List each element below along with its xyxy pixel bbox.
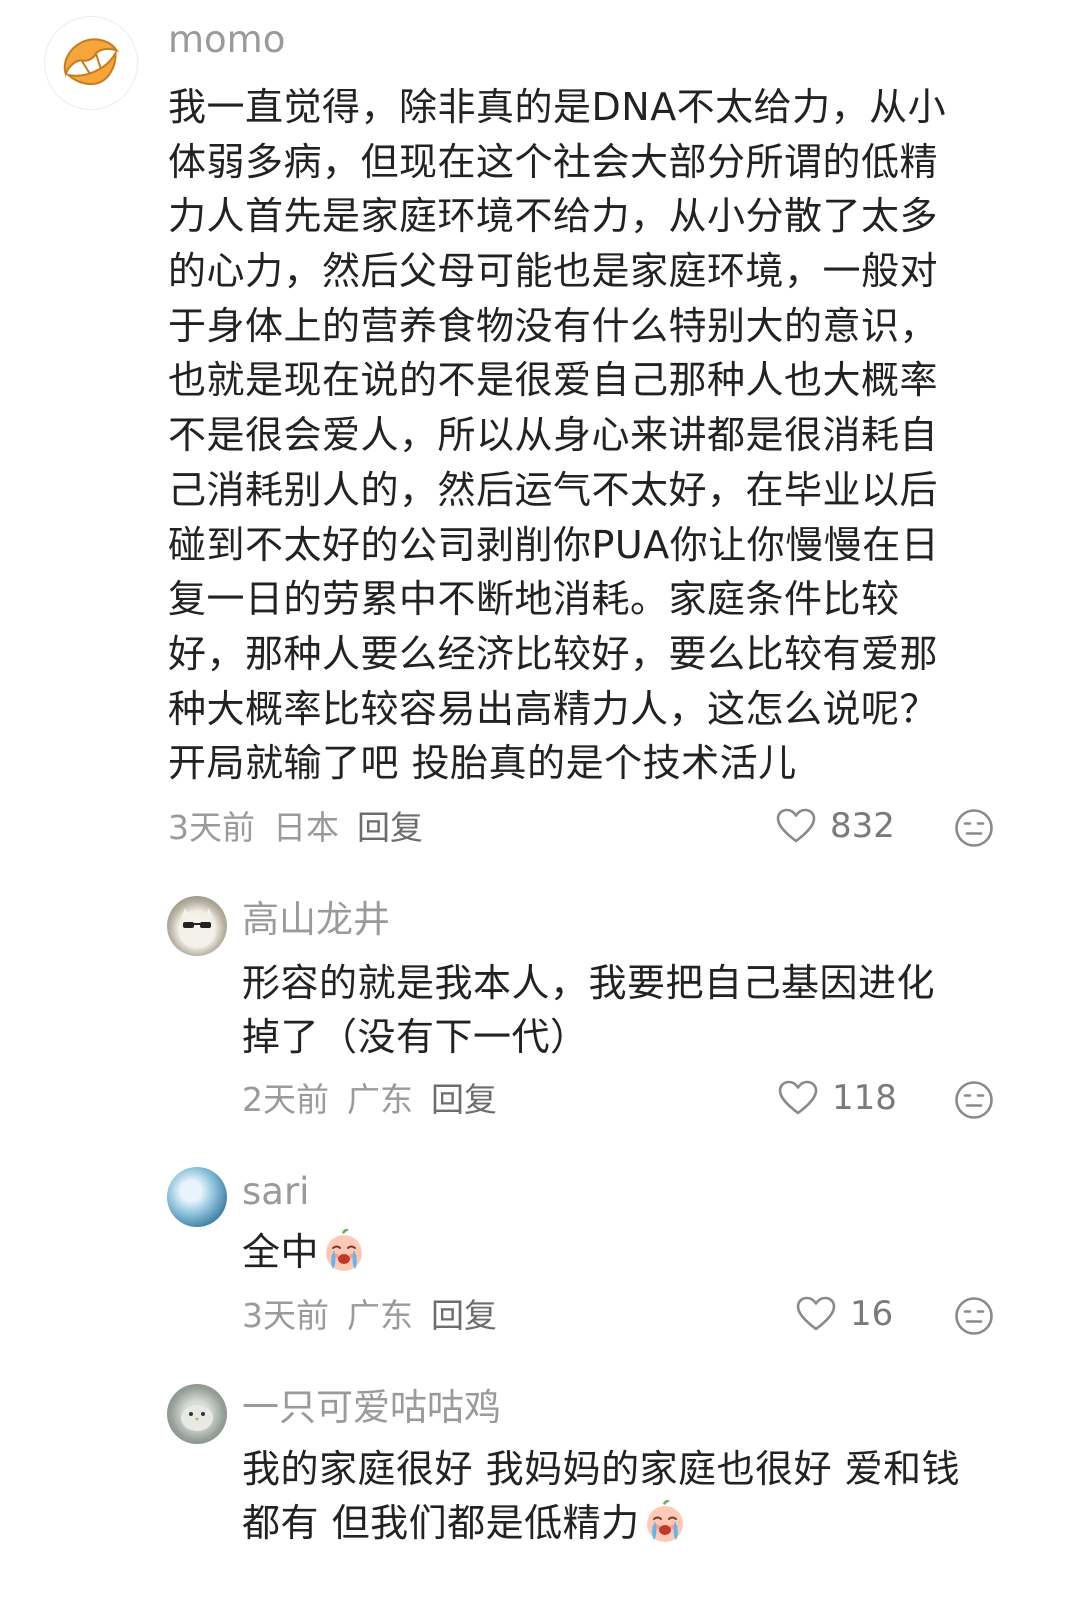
crying-face-emoji: [642, 1498, 688, 1544]
timestamp: 3天前: [168, 808, 255, 847]
location: 日本: [273, 808, 339, 847]
comment-line: 复一日的劳累中不断地消耗。家庭条件比较: [168, 577, 900, 622]
comment-line: 全中: [242, 1225, 367, 1279]
username[interactable]: momo: [168, 18, 285, 62]
heart-icon: [796, 1296, 836, 1332]
crying-face-emoji: [321, 1227, 367, 1273]
like-button[interactable]: 16: [796, 1294, 893, 1334]
dislike-icon[interactable]: [954, 1296, 994, 1336]
comment-line: 开局就输了吧 投胎真的是个技术活儿: [168, 741, 797, 786]
croissant-icon: [63, 38, 120, 86]
username[interactable]: 高山龙井: [242, 898, 390, 942]
like-button[interactable]: 832: [776, 806, 895, 846]
avatar[interactable]: [167, 1167, 227, 1227]
comment-line: 种大概率比较容易出高精力人，这怎么说呢？: [168, 686, 939, 731]
avatar[interactable]: [167, 896, 227, 956]
comment-line: 碰到不太好的公司剥削你PUA你让你慢慢在日: [168, 522, 940, 567]
comment-text: 我的家庭很好 我妈妈的家庭也很好 爱和钱 都有 但我们都是低精力: [242, 1442, 960, 1550]
comment-meta: 3天前 日本 回复: [168, 808, 441, 848]
dislike-icon[interactable]: [954, 1080, 994, 1120]
comment-line: 力人首先是家庭环境不给力，从小分散了太多: [168, 194, 939, 239]
comment-meta: 3天前 广东 回复: [242, 1296, 515, 1336]
comment-line: 体弱多病，但现在这个社会大部分所谓的低精: [168, 139, 939, 184]
heart-icon: [778, 1080, 818, 1116]
like-count: 832: [830, 806, 895, 846]
comment-text: 全中: [242, 1225, 367, 1279]
comment-line-text: 全中: [242, 1230, 320, 1274]
comment-line: 的心力，然后父母可能也是家庭环境，一般对: [168, 249, 939, 294]
comment-text: 我一直觉得，除非真的是DNA不太给力，从小 体弱多病，但现在这个社会大部分所谓的…: [168, 80, 946, 791]
avatar[interactable]: [167, 1384, 227, 1444]
reply-button[interactable]: 回复: [431, 1296, 497, 1335]
like-button[interactable]: 118: [778, 1078, 897, 1118]
comment-line: 好，那种人要么经济比较好，要么比较有爱那: [168, 631, 939, 676]
comment-line: 掉了（没有下一代）: [242, 1015, 589, 1059]
timestamp: 3天前: [242, 1296, 329, 1335]
comment-line: 我一直觉得，除非真的是DNA不太给力，从小: [168, 85, 947, 129]
comment-line: 都有 但我们都是低精力: [242, 1496, 960, 1550]
username[interactable]: sari: [242, 1170, 309, 1214]
reply-button[interactable]: 回复: [431, 1080, 497, 1119]
comment-line-text: 都有 但我们都是低精力: [242, 1501, 640, 1545]
comment-meta: 2天前 广东 回复: [242, 1080, 515, 1120]
like-count: 16: [850, 1294, 894, 1334]
heart-icon: [776, 808, 816, 844]
location: 广东: [347, 1080, 413, 1119]
bird-icon: [181, 1405, 213, 1431]
comment-text: 形容的就是我本人，我要把自己基因进化 掉了（没有下一代）: [242, 956, 935, 1064]
comment-line: 于身体上的营养食物没有什么特别大的意识，: [168, 303, 939, 348]
avatar[interactable]: [44, 16, 138, 110]
reply-button[interactable]: 回复: [357, 808, 423, 847]
like-count: 118: [832, 1078, 897, 1118]
timestamp: 2天前: [242, 1080, 329, 1119]
comment-line: 形容的就是我本人，我要把自己基因进化: [242, 961, 936, 1005]
username[interactable]: 一只可爱咕咕鸡: [242, 1386, 501, 1430]
comment-line: 我的家庭很好 我妈妈的家庭也很好 爱和钱: [242, 1447, 961, 1491]
location: 广东: [347, 1296, 413, 1335]
comment-line: 不是很会爱人，所以从身心来讲都是很消耗自: [168, 413, 939, 458]
comment-line: 己消耗别人的，然后运气不太好，在毕业以后: [168, 467, 939, 512]
dislike-icon[interactable]: [954, 808, 994, 848]
comment-line: 也就是现在说的不是很爱自己那种人也大概率: [168, 358, 939, 403]
cat-sunglasses-icon: [179, 908, 215, 948]
